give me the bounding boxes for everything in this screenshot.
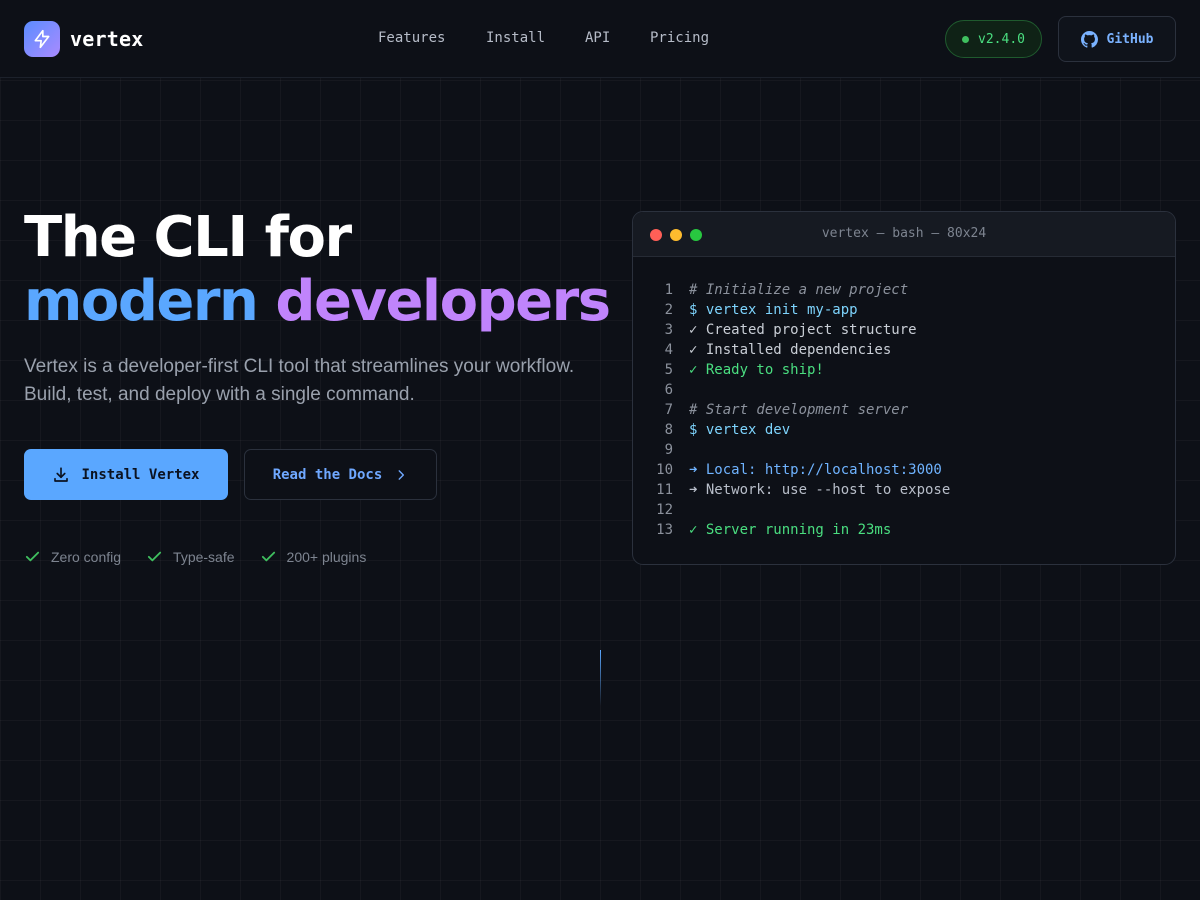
terminal-line: 5 ✓ Ready to ship! [633, 360, 1175, 380]
line-number: 11 [656, 482, 673, 498]
terminal-window: vertex — bash — 80x24 1 # Initialize a ne… [632, 211, 1176, 565]
line-number: 2 [664, 302, 673, 318]
feature-label: Type-safe [173, 548, 235, 565]
terminal-line: 9 [633, 440, 1175, 460]
hero-title-word-modern: modern [24, 269, 259, 334]
nav-link-api[interactable]: API [585, 30, 610, 46]
line-number: 3 [664, 322, 673, 338]
terminal-line: 11 ➜ Network: use --host to expose [633, 480, 1175, 500]
check-icon [261, 551, 275, 562]
line-number: 4 [664, 342, 673, 358]
terminal-line: 12 [633, 500, 1175, 520]
install-button-label: Install Vertex [81, 466, 200, 483]
line-number: 8 [664, 422, 673, 438]
feature-item: Type-safe [146, 548, 235, 565]
chevron-right-icon [398, 469, 405, 480]
terminal-line: 13 ✓ Server running in 23ms [633, 520, 1175, 540]
terminal-line: 2 $ vertex init my-app [633, 300, 1175, 320]
feature-item: 200+ plugins [260, 548, 367, 565]
hero-title-word-developers: developers [275, 269, 611, 334]
terminal-line-text: ✓ Ready to ship! [689, 362, 824, 378]
terminal-line: 8 $ vertex dev [633, 420, 1175, 440]
site-header: vertex Features Install API Pricing v2.4… [0, 0, 1200, 78]
docs-button[interactable]: Read the Docs [244, 449, 437, 500]
terminal-titlebar: vertex — bash — 80x24 [633, 212, 1175, 257]
nav-link-install[interactable]: Install [486, 30, 545, 46]
terminal-line: 6 [633, 380, 1175, 400]
terminal-line: 3 ✓ Created project structure [633, 320, 1175, 340]
check-icon [25, 551, 40, 562]
install-button[interactable]: Install Vertex [24, 449, 228, 500]
nav-link-features[interactable]: Features [378, 30, 445, 46]
terminal-line-text: # Start development server [689, 402, 909, 418]
line-number: 13 [656, 522, 673, 538]
terminal-line-text: $ vertex dev [689, 422, 791, 438]
terminal-line: 10 ➜ Local: http://localhost:3000 [633, 460, 1175, 480]
hero-title: The CLI for modern developers [24, 205, 611, 334]
terminal-line-text: $ vertex init my-app [689, 302, 858, 318]
terminal-title: vertex — bash — 80x24 [821, 226, 987, 241]
terminal-line-text: ➜ Local: http://localhost:3000 [689, 462, 942, 478]
scroll-indicator [600, 650, 601, 706]
hero-title-line2: modern developers [24, 269, 611, 334]
version-badge: v2.4.0 [945, 20, 1042, 58]
terminal-line: 7 # Start development server [633, 400, 1175, 420]
terminal-line-text: ✓ Installed dependencies [689, 342, 892, 358]
github-button-label: GitHub [1106, 31, 1154, 47]
line-number: 10 [656, 462, 673, 478]
terminal-line-text: ➜ Network: use --host to expose [689, 482, 951, 498]
terminal-line: 4 ✓ Installed dependencies [633, 340, 1175, 360]
version-label: v2.4.0 [978, 31, 1025, 47]
feature-list: Zero config Type-safe 200+ plugins [24, 548, 391, 565]
line-number: 6 [664, 382, 673, 398]
terminal-line-text: # Initialize a new project [689, 282, 909, 298]
hero-subtitle: Vertex is a developer-first CLI tool tha… [24, 356, 575, 405]
line-number: 1 [664, 282, 673, 298]
github-button[interactable]: GitHub [1058, 16, 1176, 62]
terminal-output: 1 # Initialize a new project 2 $ vertex ini… [633, 280, 1175, 540]
github-icon [1080, 30, 1098, 48]
line-number: 7 [664, 402, 673, 418]
terminal-line-text: ✓ Server running in 23ms [689, 522, 892, 538]
terminal-line: 1 # Initialize a new project [633, 280, 1175, 300]
check-icon [147, 551, 162, 562]
line-number: 12 [656, 502, 673, 518]
line-number: 5 [664, 362, 673, 378]
nav-link-pricing[interactable]: Pricing [650, 30, 709, 46]
line-number: 9 [664, 442, 673, 458]
download-icon [54, 466, 69, 482]
terminal-line-text: ✓ Created project structure [689, 322, 917, 338]
feature-label: 200+ plugins [286, 548, 367, 565]
status-dot-icon [962, 35, 970, 43]
hero-title-line1: The CLI for [24, 205, 352, 270]
docs-button-label: Read the Docs [272, 466, 383, 483]
feature-item: Zero config [24, 548, 121, 565]
feature-label: Zero config [51, 548, 122, 565]
